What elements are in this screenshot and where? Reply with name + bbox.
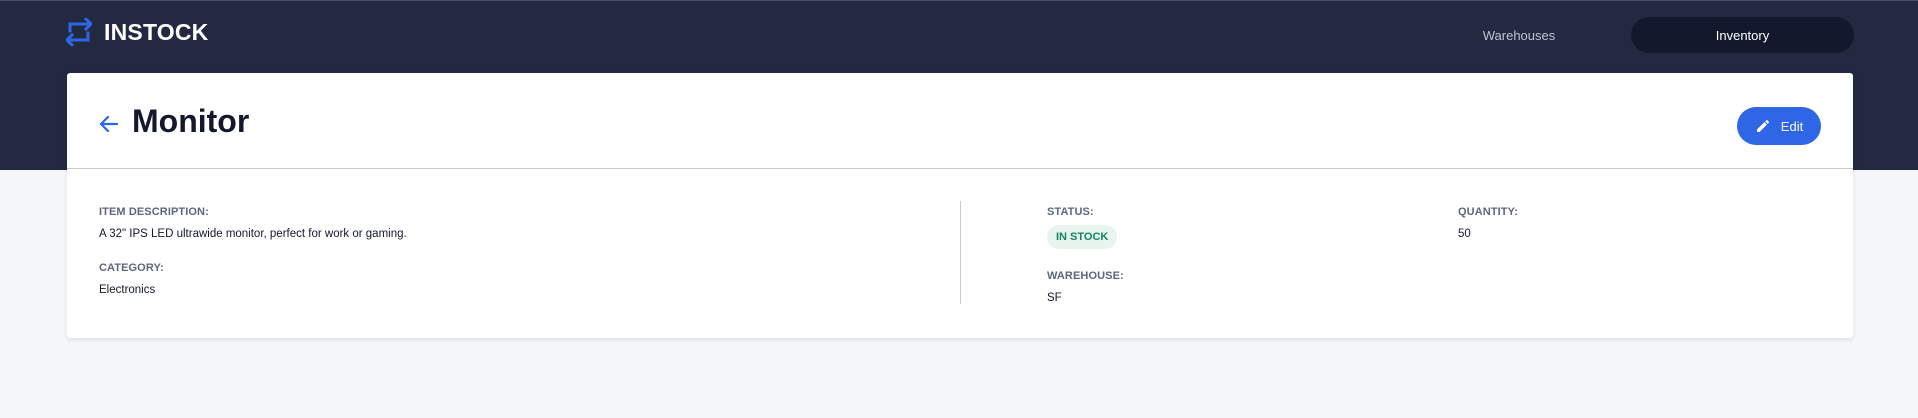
swap-arrows-icon (66, 18, 92, 46)
status-label: STATUS: (1047, 206, 1094, 218)
top-navigation-bar: INSTOCK Warehouses Inventory (0, 0, 1918, 72)
warehouse-label: WAREHOUSE: (1047, 270, 1124, 282)
status-badge: IN STOCK (1047, 225, 1118, 249)
item-details-card: Monitor Edit ITEM DESCRIPTION: A 32" IPS… (67, 73, 1853, 338)
pencil-icon (1756, 119, 1769, 132)
main-nav: Warehouses Inventory (1407, 17, 1854, 53)
category-label: CATEGORY: (99, 262, 164, 274)
details-divider (960, 201, 961, 304)
page-title: Monitor (132, 103, 250, 139)
nav-inventory[interactable]: Inventory (1631, 17, 1854, 53)
edit-button[interactable]: Edit (1737, 107, 1821, 145)
edit-button-label: Edit (1780, 118, 1804, 134)
warehouse-value: SF (1047, 292, 1062, 304)
category-value: Electronics (99, 284, 156, 296)
quantity-value: 50 (1458, 228, 1471, 240)
item-details: ITEM DESCRIPTION: A 32" IPS LED ultrawid… (67, 169, 1853, 338)
description-value: A 32" IPS LED ultrawide monitor, perfect… (99, 228, 407, 240)
logo[interactable]: INSTOCK (66, 18, 209, 46)
card-header: Monitor Edit (67, 73, 1853, 169)
description-label: ITEM DESCRIPTION: (99, 206, 209, 218)
arrow-back-icon[interactable] (99, 115, 119, 133)
nav-warehouses[interactable]: Warehouses (1407, 17, 1631, 53)
logo-text: INSTOCK (104, 18, 209, 45)
quantity-label: QUANTITY: (1458, 206, 1518, 218)
